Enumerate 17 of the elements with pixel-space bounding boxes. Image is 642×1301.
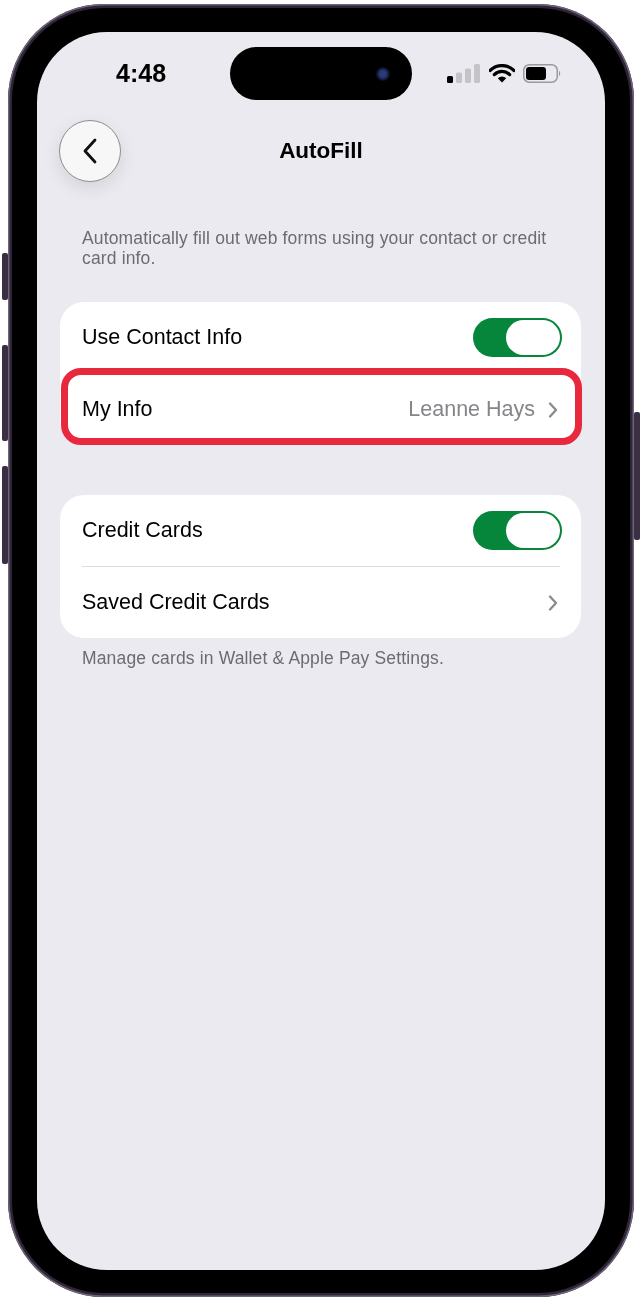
wifi-icon [489, 64, 515, 83]
row-label: Use Contact Info [82, 325, 243, 350]
status-time: 4:48 [116, 59, 167, 88]
row-label[interactable]: My Info [82, 397, 153, 422]
page-title: AutoFill [279, 138, 363, 164]
row-label[interactable]: Saved Credit Cards [82, 590, 270, 615]
chevron-left-icon [82, 138, 98, 164]
chevron-right-icon [548, 401, 558, 418]
battery-icon [523, 64, 562, 83]
signal-bars-icon [447, 64, 481, 83]
description-text: Automatically fill out web forms using your contact or credit card info. [82, 228, 548, 268]
row-label: Credit Cards [82, 518, 203, 543]
footer-note: Manage cards in Wallet & Apple Pay Settings. [82, 648, 445, 668]
toggle-switch[interactable] [473, 511, 562, 550]
chevron-right-icon [548, 594, 558, 611]
toggle-switch[interactable] [473, 318, 562, 357]
row-value: Leanne Hays [408, 397, 535, 422]
